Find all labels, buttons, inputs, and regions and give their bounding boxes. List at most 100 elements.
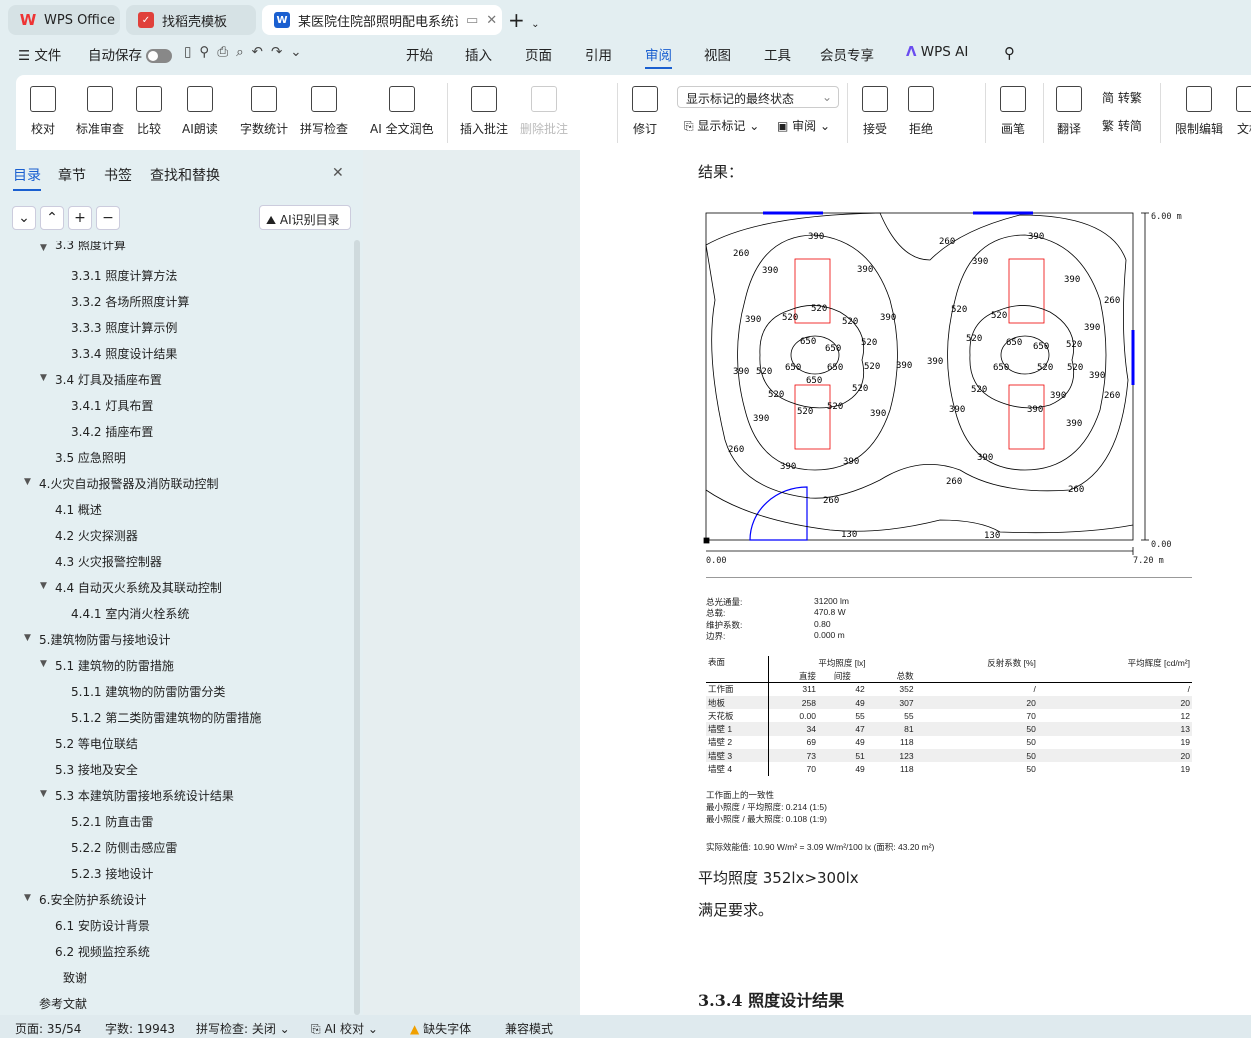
toc-item[interactable]: 6.2 视频监控系统 bbox=[55, 943, 150, 960]
page-count[interactable]: 页面: 35/54 bbox=[15, 1020, 81, 1037]
review-pane-button[interactable]: ▣ 审阅 ⌄ bbox=[777, 117, 830, 134]
compare-button[interactable]: 比较 bbox=[136, 86, 162, 137]
ai-polish-button[interactable]: AI 全文润色 bbox=[370, 86, 434, 137]
menu-start[interactable]: 开始 bbox=[406, 44, 433, 64]
restrict-edit-button[interactable]: 限制编辑 bbox=[1175, 86, 1223, 137]
menu-member[interactable]: 会员专享 bbox=[820, 44, 874, 64]
toc-item[interactable]: 5.3 本建筑防雷接地系统设计结果 bbox=[55, 787, 234, 804]
toc-item[interactable]: 6.1 安防设计背景 bbox=[55, 917, 150, 934]
quick-access-icons[interactable]: ▯⚲⎙⌕↶↷⌄ bbox=[184, 44, 310, 60]
toc-item[interactable]: 5.2.3 接地设计 bbox=[71, 865, 153, 882]
toc-item[interactable]: 致谢 bbox=[63, 969, 87, 986]
toc-item[interactable]: 3.3.1 照度计算方法 bbox=[71, 267, 177, 284]
toc-item[interactable]: 3.4.1 灯具布置 bbox=[71, 397, 153, 414]
toc-item[interactable]: 3.5 应急照明 bbox=[55, 449, 126, 466]
document-button[interactable]: 文档 bbox=[1236, 86, 1251, 137]
pen-button[interactable]: 画笔 bbox=[1000, 86, 1026, 137]
toc-item[interactable]: 3.4 灯具及插座布置 bbox=[55, 371, 162, 388]
collapse-arrow-icon[interactable]: ▼ bbox=[40, 659, 47, 669]
delete-comment-button[interactable]: 删除批注 bbox=[520, 86, 568, 137]
collapse-arrow-icon[interactable]: ▼ bbox=[40, 243, 47, 253]
menu-view[interactable]: 视图 bbox=[704, 44, 731, 64]
insert-comment-button[interactable]: 插入批注 bbox=[460, 86, 508, 137]
tab-wps-office[interactable]: W WPS Office bbox=[8, 5, 120, 35]
table-cell: / bbox=[1033, 684, 1036, 695]
ai-read-button[interactable]: AI朗读 bbox=[182, 86, 218, 137]
toc-item[interactable]: 参考文献 bbox=[39, 995, 87, 1012]
toc-item[interactable]: 5.建筑物防雷与接地设计 bbox=[39, 631, 170, 648]
spell-check-button[interactable]: 拼写检查 bbox=[300, 86, 348, 137]
missing-font-button[interactable]: ▲ 缺失字体 bbox=[410, 1020, 471, 1037]
close-sidebar-icon[interactable]: ✕ bbox=[332, 165, 344, 181]
menu-wps-ai[interactable]: Ʌ WPS AI bbox=[906, 44, 968, 60]
menu-reference[interactable]: 引用 bbox=[585, 44, 612, 64]
toc-item[interactable]: 5.2.2 防侧击感应雷 bbox=[71, 839, 177, 856]
ai-toc-button[interactable]: ⛰ AI识别目录 bbox=[259, 205, 351, 230]
collapse-arrow-icon[interactable]: ▼ bbox=[40, 789, 47, 799]
to-traditional-button[interactable]: 简 转繁 bbox=[1102, 89, 1142, 106]
ai-check-button[interactable]: ⎘ AI 校对 ⌄ bbox=[311, 1020, 378, 1037]
table-row: 墙壁 3 73 51 123 50 20 bbox=[706, 749, 1192, 763]
menu-page[interactable]: 页面 bbox=[525, 44, 552, 64]
docer-logo-icon: ✓ bbox=[138, 12, 154, 28]
toc-item[interactable]: 6.安全防护系统设计 bbox=[39, 891, 146, 908]
toc-item[interactable]: 4.火灾自动报警器及消防联动控制 bbox=[39, 475, 218, 492]
menu-insert[interactable]: 插入 bbox=[465, 44, 492, 64]
tab-document[interactable]: W 某医院住院部照明配电系统设 ▭ ✕ bbox=[262, 5, 502, 35]
word-count-button[interactable]: 字数统计 bbox=[240, 86, 288, 137]
file-menu[interactable]: ☰ 文件 bbox=[18, 44, 61, 64]
table-cell: 73 bbox=[806, 750, 816, 761]
show-markup-button[interactable]: ⎘ 显示标记 ⌄ bbox=[684, 117, 759, 134]
toc-item[interactable]: 3.3.3 照度计算示例 bbox=[71, 319, 177, 336]
autosave-toggle[interactable] bbox=[146, 49, 173, 63]
toc-item[interactable]: 4.2 火灾探测器 bbox=[55, 527, 138, 544]
sidebar-scrollbar[interactable] bbox=[354, 240, 360, 1015]
toc-item[interactable]: 3.3.4 照度设计结果 bbox=[71, 345, 177, 362]
menu-tools[interactable]: 工具 bbox=[764, 44, 791, 64]
tab-template[interactable]: ✓ 找稻壳模板 bbox=[126, 5, 256, 35]
sidebar-tab-chapters[interactable]: 章节 bbox=[58, 165, 86, 185]
menu-review[interactable]: 审阅 bbox=[645, 44, 672, 69]
collapse-up-button[interactable]: ⌃ bbox=[40, 206, 64, 230]
new-tab-button[interactable]: + ⌄ bbox=[508, 8, 540, 32]
translate-button[interactable]: 翻译 bbox=[1056, 86, 1082, 137]
autosave[interactable]: 自动保存 bbox=[88, 44, 173, 64]
spell-check-status[interactable]: 拼写检查: 关闭 ⌄ bbox=[196, 1020, 290, 1037]
markup-mode-select[interactable]: 显示标记的最终状态 ⌄ bbox=[677, 86, 839, 108]
remove-level-button[interactable]: − bbox=[96, 206, 120, 230]
monitor-icon[interactable]: ▭ bbox=[466, 13, 478, 28]
toc-item[interactable]: 5.1.1 建筑物的防雷防雷分类 bbox=[71, 683, 225, 700]
expand-down-button[interactable]: ⌄ bbox=[12, 206, 36, 230]
sidebar-tab-find-replace[interactable]: 查找和替换 bbox=[150, 165, 220, 185]
collapse-arrow-icon[interactable]: ▼ bbox=[24, 477, 31, 487]
search-icon[interactable]: ⚲ bbox=[1004, 44, 1015, 62]
summary-value: 0.000 m bbox=[814, 629, 845, 640]
standard-review-button[interactable]: 标准审查 bbox=[76, 86, 124, 137]
accept-button[interactable]: 接受 bbox=[862, 86, 888, 137]
reject-button[interactable]: 拒绝 bbox=[908, 86, 934, 137]
to-simplified-button[interactable]: 繁 转简 bbox=[1102, 117, 1142, 134]
toc-item[interactable]: 4.1 概述 bbox=[55, 501, 102, 518]
toc-item[interactable]: 5.2.1 防直击雷 bbox=[71, 813, 153, 830]
add-level-button[interactable]: + bbox=[68, 206, 92, 230]
collapse-arrow-icon[interactable]: ▼ bbox=[40, 373, 47, 383]
toc-item[interactable]: 5.1 建筑物的防雷措施 bbox=[55, 657, 174, 674]
toc-item[interactable]: 4.3 火灾报警控制器 bbox=[55, 553, 162, 570]
collapse-arrow-icon[interactable]: ▼ bbox=[40, 581, 47, 591]
close-tab-icon[interactable]: ✕ bbox=[486, 13, 497, 28]
collapse-arrow-icon[interactable]: ▼ bbox=[24, 633, 31, 643]
toc-item[interactable]: 4.4.1 室内消火栓系统 bbox=[71, 605, 189, 622]
toc-item[interactable]: 3.3.2 各场所照度计算 bbox=[71, 293, 189, 310]
track-changes-button[interactable]: 修订 bbox=[632, 86, 658, 137]
sidebar-tab-bookmarks[interactable]: 书签 bbox=[104, 165, 132, 185]
toc-item[interactable]: 4.4 自动灭火系统及其联动控制 bbox=[55, 579, 222, 596]
contour-label: 260 bbox=[939, 237, 955, 247]
toc-item[interactable]: 3.4.2 插座布置 bbox=[71, 423, 153, 440]
toc-item[interactable]: 5.3 接地及安全 bbox=[55, 761, 138, 778]
proofread-button[interactable]: 校对 bbox=[30, 86, 56, 137]
toc-item[interactable]: 5.1.2 第二类防雷建筑物的防雷措施 bbox=[71, 709, 261, 726]
sidebar-tab-toc[interactable]: 目录 bbox=[13, 165, 41, 191]
toc-item[interactable]: 5.2 等电位联结 bbox=[55, 735, 138, 752]
word-count[interactable]: 字数: 19943 bbox=[105, 1020, 175, 1037]
collapse-arrow-icon[interactable]: ▼ bbox=[24, 893, 31, 903]
